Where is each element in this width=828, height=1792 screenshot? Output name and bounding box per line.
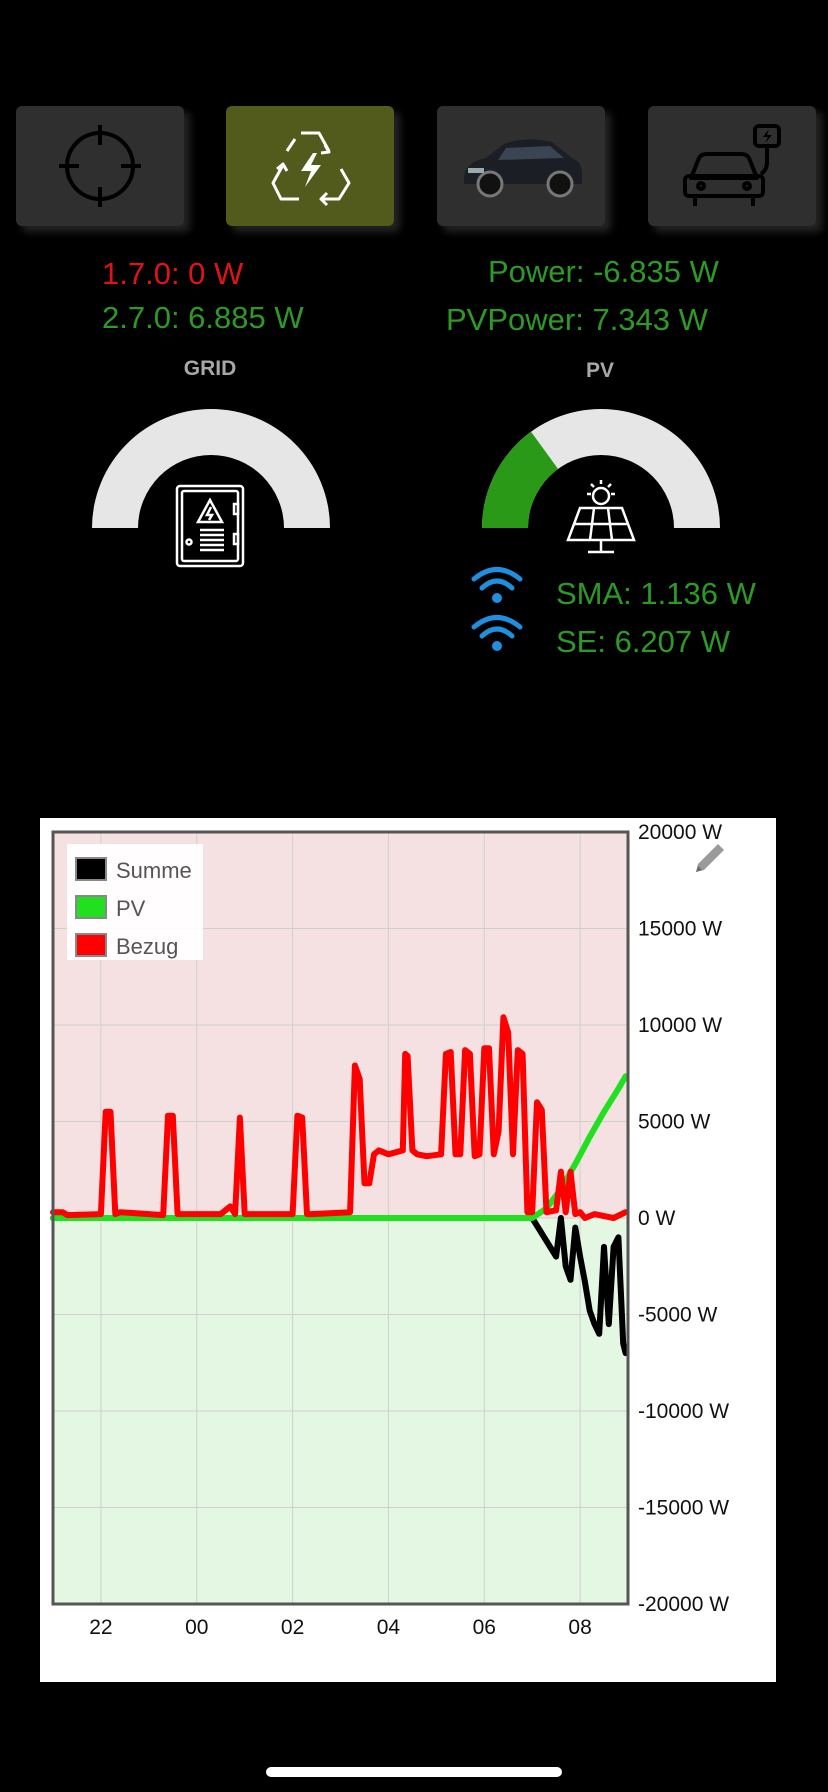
sma-reading: SMA: 1.136 W [556,576,756,611]
pv-pvpower-reading: PVPower: 7.343 W [446,302,708,337]
tab-energy[interactable] [226,106,394,226]
grid-gauge [92,409,330,568]
grid-reading-1: 1.7.0: 0 W [102,256,244,291]
y-tick-label: -5000 W [638,1304,718,1327]
y-tick-label: 10000 W [638,1014,722,1037]
car-photo-icon [464,139,582,198]
electric-cabinet-icon [175,484,245,568]
legend-label-pv: PV [116,896,146,921]
chart-panel: 20000 W 15000 W 10000 W 5000 W0 W -5000 W -10… [40,818,776,1682]
home-indicator[interactable] [266,1767,562,1777]
grid-gauge-track [92,409,330,528]
pv-power-reading: Power: -6.835 W [488,254,719,289]
grid-gauge-title: GRID [183,357,237,380]
target-icon [59,125,141,207]
y-tick-label: -10000 W [638,1400,729,1423]
wifi-icon [471,615,523,651]
grid-reading-2: 2.7.0: 6.885 W [102,300,304,335]
y-tick-label: -15000 W [638,1497,729,1520]
se-reading: SE: 6.207 W [556,624,731,659]
legend-swatch-summe [75,857,107,881]
y-tick-label: 0 W [638,1207,676,1230]
legend-swatch-pv [75,895,107,919]
tab-target[interactable] [16,106,184,226]
x-tick-label: 06 [473,1616,496,1639]
legend-label-bezug: Bezug [116,934,178,959]
legend-swatch-bezug [75,933,107,957]
power-chart: 20000 W15000 W10000 W5000 W0 W-5000 W-10… [50,821,729,1639]
y-tick-label: 15000 W [638,918,722,941]
x-tick-label: 08 [568,1616,591,1639]
pv-gauge [482,409,720,554]
legend-label-summe: Summe [116,858,192,883]
x-tick-label: 00 [185,1616,208,1639]
x-tick-label: 04 [377,1616,401,1639]
wifi-icon [471,567,523,603]
x-tick-label: 02 [281,1616,304,1639]
tab-charging[interactable] [648,106,816,226]
tab-car[interactable] [437,106,605,226]
y-tick-label: -20000 W [638,1593,729,1616]
pv-gauge-title: PV [585,359,614,382]
edit-pencil-icon[interactable] [690,838,730,878]
solar-panel-icon [566,480,636,554]
energy-recycle-icon [271,131,351,207]
y-tick-label: 5000 W [638,1111,711,1134]
x-tick-label: 22 [89,1616,112,1639]
car-charging-icon [683,124,781,206]
